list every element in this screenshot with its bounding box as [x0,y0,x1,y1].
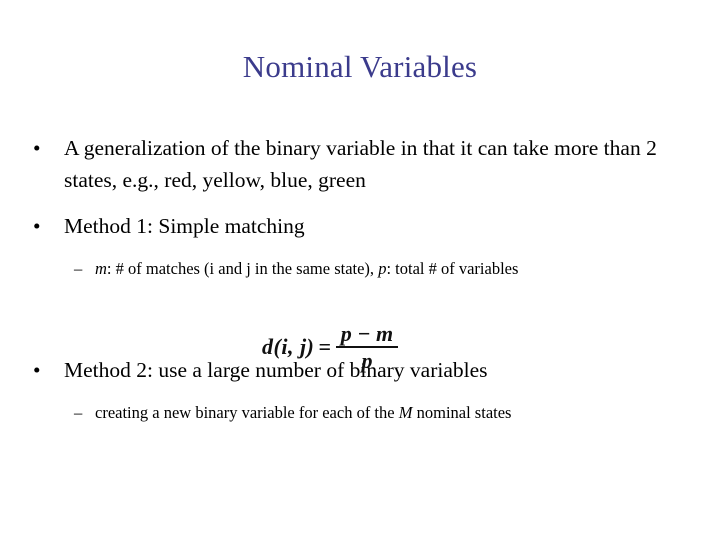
slide-body: • A generalization of the binary variabl… [0,132,720,426]
page-title: Nominal Variables [242,49,478,84]
subbullet-new-binary-variable: – creating a new binary variable for eac… [0,400,720,426]
fraction-numerator: p − m [340,321,394,346]
equals-sign: = [318,334,331,360]
variable-m-symbol: m [95,259,107,278]
bullet-marker-icon: • [33,358,41,382]
bullet-generalization: • A generalization of the binary variabl… [0,132,720,196]
subbullet-m-description: : # of matches (i and j in the same stat… [106,259,379,278]
equation-content: d(i, j) = p − m p [262,322,452,372]
subbullet-creating-text: creating a new binary variable for each … [95,403,399,422]
subbullet-nominal-states-text: nominal states [412,403,512,422]
equation-fraction: p − m p [335,321,398,374]
fraction-denominator: p [361,348,373,374]
bullet-marker-icon: • [33,136,41,160]
equation-left-hand-side: d(i, j) [262,334,315,360]
dash-marker-icon: – [74,259,83,278]
simple-matching-distance-formula: d(i, j) = p − m p [262,322,452,372]
bullet-generalization-text: A generalization of the binary variable … [64,136,657,192]
bullet-method-1: • Method 1: Simple matching [0,210,720,242]
variable-M-symbol: M [398,403,413,422]
slide: Nominal Variables • A generalization of … [0,0,720,540]
subbullet-m-p-definition: – m: # of matches (i and j in the same s… [0,256,720,282]
dash-marker-icon: – [74,403,83,422]
bullet-marker-icon: • [33,214,41,238]
subbullet-p-description: : total # of variables [386,259,519,278]
bullet-method-1-text: Method 1: Simple matching [64,214,305,238]
